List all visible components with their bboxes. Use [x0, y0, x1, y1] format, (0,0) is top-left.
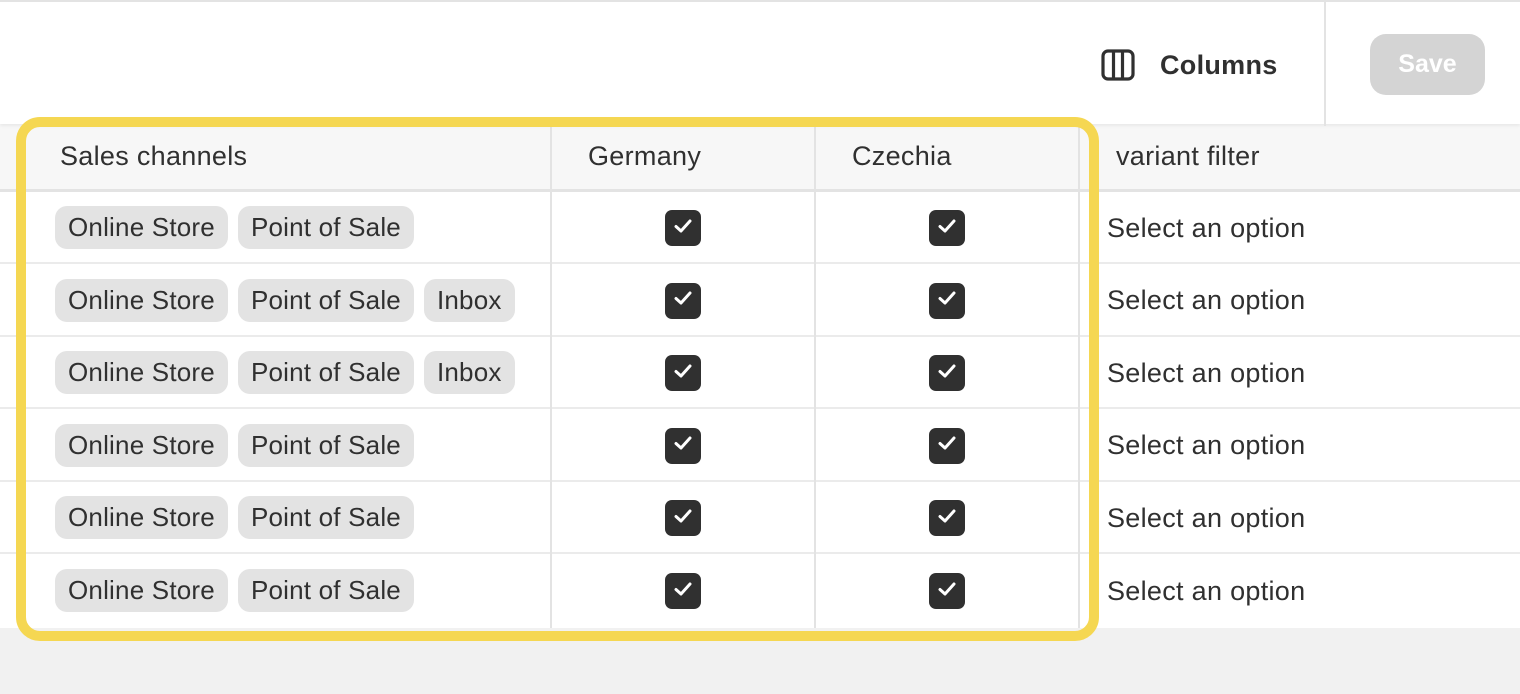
germany-checkbox[interactable] — [665, 282, 701, 319]
column-divider — [1078, 124, 1080, 628]
checkmark-icon — [937, 508, 957, 529]
sales-channel-tag: Online Store — [55, 496, 228, 540]
header-czechia[interactable]: Czechia — [852, 124, 952, 189]
sales-channel-tag: Point of Sale — [237, 351, 414, 395]
columns-label: Columns — [1160, 49, 1278, 80]
page: Columns Save Sales channels Germany Czec… — [0, 0, 1520, 694]
germany-checkbox[interactable] — [665, 210, 701, 246]
toolbar: Columns Save — [0, 0, 1520, 126]
header-germany[interactable]: Germany — [588, 124, 701, 189]
variant-filter-select[interactable]: Select an option — [1107, 265, 1305, 337]
columns-button[interactable]: Columns — [1098, 42, 1278, 88]
checkmark-icon — [937, 290, 957, 311]
toolbar-divider — [1324, 2, 1326, 126]
header-sales-channels[interactable]: Sales channels — [60, 124, 247, 189]
sales-channel-tags[interactable]: Online Store Point of Sale — [55, 423, 414, 467]
czechia-checkbox[interactable] — [929, 355, 965, 392]
sales-channel-tag: Inbox — [423, 278, 515, 322]
table-row: Online Store Point of Sale Select an optio… — [0, 555, 1520, 627]
czechia-checkbox[interactable] — [929, 500, 965, 537]
sales-channel-tag: Online Store — [55, 569, 228, 612]
variant-filter-select[interactable]: Select an option — [1107, 410, 1305, 482]
checkmark-icon — [673, 508, 693, 529]
sales-channel-tags[interactable]: Online Store Point of Sale — [55, 496, 414, 540]
germany-checkbox[interactable] — [665, 355, 701, 392]
checkmark-icon — [937, 363, 957, 384]
checkmark-icon — [673, 581, 693, 602]
column-divider — [814, 124, 816, 628]
sales-channel-tag: Point of Sale — [237, 423, 414, 467]
table-row: Online Store Point of Sale Select an optio… — [0, 482, 1520, 555]
sales-channel-tag: Point of Sale — [237, 278, 414, 322]
variant-filter-select[interactable]: Select an option — [1107, 192, 1305, 264]
table-header-row: Sales channels Germany Czechia variant f… — [0, 124, 1520, 192]
czechia-checkbox[interactable] — [929, 427, 965, 464]
column-divider — [550, 124, 552, 628]
checkmark-icon — [673, 435, 693, 456]
variant-filter-select[interactable]: Select an option — [1107, 482, 1305, 554]
czechia-checkbox[interactable] — [929, 282, 965, 319]
variant-filter-select[interactable]: Select an option — [1107, 555, 1305, 627]
table-row: Online Store Point of Sale Inbox Select an … — [0, 337, 1520, 410]
header-variant-filter[interactable]: variant filter — [1116, 124, 1260, 189]
save-button[interactable]: Save — [1370, 34, 1485, 95]
sales-channel-tag: Online Store — [55, 423, 228, 467]
germany-checkbox[interactable] — [665, 500, 701, 537]
sales-channel-tag: Online Store — [55, 278, 228, 322]
germany-checkbox[interactable] — [665, 427, 701, 464]
sales-channel-tags[interactable]: Online Store Point of Sale Inbox — [55, 351, 515, 395]
checkmark-icon — [673, 363, 693, 384]
checkmark-icon — [673, 218, 693, 239]
sales-channel-tag: Inbox — [423, 351, 515, 395]
sales-channel-tag: Online Store — [55, 351, 228, 395]
variant-filter-select[interactable]: Select an option — [1107, 337, 1305, 409]
germany-checkbox[interactable] — [665, 573, 701, 609]
sales-channel-tag: Online Store — [55, 206, 228, 249]
sales-channel-tags[interactable]: Online Store Point of Sale — [55, 569, 414, 612]
checkmark-icon — [673, 290, 693, 311]
columns-icon — [1098, 45, 1138, 85]
czechia-checkbox[interactable] — [929, 210, 965, 246]
data-table: Sales channels Germany Czechia variant f… — [0, 124, 1520, 628]
sales-channel-tag: Point of Sale — [237, 569, 414, 612]
table-row: Online Store Point of Sale Select an optio… — [0, 410, 1520, 482]
sales-channel-tag: Point of Sale — [237, 206, 414, 249]
sales-channel-tags[interactable]: Online Store Point of Sale — [55, 206, 414, 249]
checkmark-icon — [937, 435, 957, 456]
table-row: Online Store Point of Sale Select an optio… — [0, 192, 1520, 264]
czechia-checkbox[interactable] — [929, 573, 965, 609]
sales-channel-tag: Point of Sale — [237, 496, 414, 540]
checkmark-icon — [937, 581, 957, 602]
table-row: Online Store Point of Sale Inbox Select an … — [0, 265, 1520, 337]
checkmark-icon — [937, 218, 957, 239]
sales-channel-tags[interactable]: Online Store Point of Sale Inbox — [55, 278, 515, 322]
